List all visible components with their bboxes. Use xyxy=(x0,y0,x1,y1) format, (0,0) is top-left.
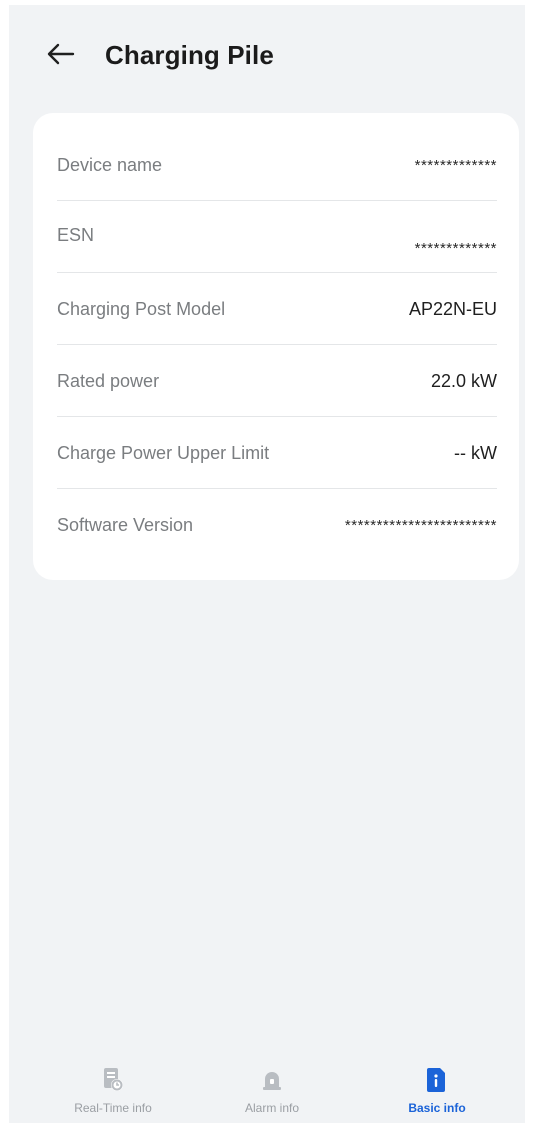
rated-power-label: Rated power xyxy=(57,370,160,391)
rated-power-value: 22.0 kW xyxy=(430,370,497,391)
app-screen: Charging Pile Device name ************* … xyxy=(9,5,525,1123)
device-name-label: Device name xyxy=(57,154,163,175)
tab-real-time-info[interactable]: Real-Time info xyxy=(53,1063,173,1123)
esn-value: ************* xyxy=(414,240,497,257)
esn-row: ESN ************* xyxy=(57,201,497,273)
tab-label: Alarm info xyxy=(244,1101,300,1115)
software-version-label: Software Version xyxy=(57,514,194,535)
model-row: Charging Post Model AP22N-EU xyxy=(57,273,497,345)
power-limit-row[interactable]: Charge Power Upper Limit -- kW xyxy=(57,417,497,489)
basic-info-card: Device name ************* ESN **********… xyxy=(33,113,519,580)
back-button[interactable] xyxy=(43,39,79,69)
device-name-row: Device name ************* xyxy=(57,129,497,201)
software-version-row: Software Version ***********************… xyxy=(57,489,497,561)
back-arrow-icon xyxy=(47,43,75,65)
device-name-value: ************* xyxy=(414,156,497,174)
rated-power-row: Rated power 22.0 kW xyxy=(57,345,497,417)
alarm-icon xyxy=(260,1065,284,1095)
tab-basic-info[interactable]: Basic info xyxy=(377,1063,497,1123)
info-icon xyxy=(426,1065,448,1095)
realtime-icon xyxy=(102,1065,124,1095)
bottom-tab-bar: Real-Time info Alarm info Basic info xyxy=(9,1063,525,1123)
header: Charging Pile xyxy=(9,29,525,79)
power-limit-value: -- kW xyxy=(454,442,497,463)
model-label: Charging Post Model xyxy=(57,298,226,319)
model-value: AP22N-EU xyxy=(408,298,497,319)
software-version-value: ************************ xyxy=(344,516,497,534)
tab-label: Basic info xyxy=(408,1101,466,1115)
tab-label: Real-Time info xyxy=(74,1101,152,1115)
power-limit-label: Charge Power Upper Limit xyxy=(57,442,270,463)
esn-label: ESN xyxy=(57,225,95,245)
page-title: Charging Pile xyxy=(105,40,274,70)
tab-alarm-info[interactable]: Alarm info xyxy=(212,1063,332,1123)
